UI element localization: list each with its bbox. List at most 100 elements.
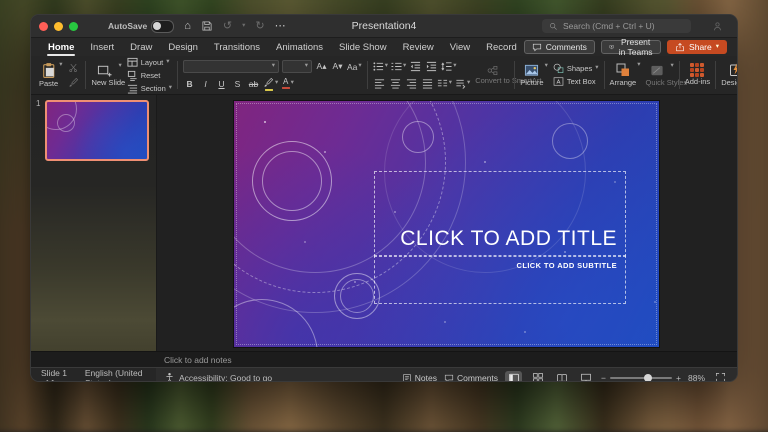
language-label[interactable]: English (United States) (85, 368, 156, 383)
italic-button[interactable]: I (199, 77, 212, 90)
slide-thumbnail[interactable] (45, 100, 149, 161)
reset-button[interactable]: Reset (127, 70, 172, 81)
tab-review[interactable]: Review (396, 38, 441, 56)
slide-sorter-icon (532, 372, 544, 383)
paste-button[interactable]: Paste ▾ (39, 62, 62, 89)
font-color-button[interactable]: A ▾ (281, 77, 294, 90)
zoom-in-button[interactable]: + (676, 373, 681, 383)
align-left-button[interactable] (373, 77, 386, 90)
zoom-out-button[interactable]: − (601, 373, 606, 383)
more-commands-icon[interactable]: ⋯ (275, 21, 286, 32)
bold-button[interactable]: B (183, 77, 196, 90)
text-box-button[interactable]: Text Box (553, 76, 599, 87)
autosave-toggle[interactable] (151, 20, 174, 33)
font-name-combobox[interactable]: ▾ (183, 60, 279, 73)
tab-home[interactable]: Home (41, 38, 81, 56)
account-icon[interactable] (712, 21, 723, 32)
paste-label: Paste (39, 80, 58, 89)
quick-styles-button[interactable]: Quick Styles ▾ (645, 63, 673, 88)
decrease-indent-button[interactable] (409, 60, 422, 73)
normal-view-button[interactable] (505, 371, 522, 383)
new-slide-label: New Slide (91, 79, 117, 88)
maximize-window-button[interactable] (69, 22, 78, 31)
line-spacing-button[interactable]: ▾ (441, 60, 456, 73)
redo-icon[interactable]: ↻ (255, 21, 264, 32)
tab-draw[interactable]: Draw (123, 38, 159, 56)
tab-animations[interactable]: Animations (269, 38, 330, 56)
slide-canvas[interactable]: CLICK TO ADD TITLE CLICK TO ADD SUBTITLE (234, 101, 659, 347)
share-icon (675, 42, 685, 52)
increase-indent-button[interactable] (425, 60, 438, 73)
picture-button[interactable]: Picture ▾ (520, 63, 548, 88)
save-icon[interactable] (201, 20, 213, 32)
undo-chevron-icon[interactable]: ▾ (242, 23, 245, 30)
group-divider (604, 61, 605, 89)
font-size-combobox[interactable]: ▾ (282, 60, 312, 73)
tab-transitions[interactable]: Transitions (207, 38, 267, 56)
notes-placeholder: Click to add notes (164, 355, 232, 365)
fit-slide-button[interactable] (712, 371, 729, 383)
zoom-slider[interactable] (610, 377, 672, 379)
slide-show-button[interactable] (577, 371, 594, 383)
designer-label: Designer (721, 79, 737, 88)
format-painter-button[interactable] (67, 76, 80, 89)
tab-design[interactable]: Design (161, 38, 205, 56)
text-shadow-button[interactable]: S (231, 77, 244, 90)
bold-glyph: B (186, 79, 192, 89)
tab-view[interactable]: View (443, 38, 477, 56)
convert-to-smartart-button[interactable]: Convert to SmartArt (475, 65, 509, 86)
change-case-button[interactable]: Aa▾ (347, 60, 362, 73)
add-ins-button[interactable]: Add-ins (685, 63, 710, 87)
tab-insert[interactable]: Insert (83, 38, 121, 56)
chevron-down-icon: ▾ (305, 63, 308, 70)
accessibility-status[interactable]: Accessibility: Good to go (179, 373, 272, 383)
notes-bar[interactable]: Click to add notes (31, 351, 737, 367)
subtitle-placeholder[interactable]: CLICK TO ADD SUBTITLE (374, 255, 626, 304)
section-button[interactable]: Section ▾ (127, 83, 172, 94)
main-content: 1 CLICK TO ADD TITLE (31, 95, 737, 351)
align-right-button[interactable] (405, 77, 418, 90)
align-center-button[interactable] (389, 77, 402, 90)
highlight-color-button[interactable]: ▾ (263, 77, 278, 90)
autosave-label: AutoSave (108, 21, 147, 31)
comments-button[interactable]: Comments (524, 40, 595, 54)
increase-font-size-button[interactable]: A▴ (315, 60, 328, 73)
reading-view-button[interactable] (553, 371, 570, 383)
cut-button[interactable] (67, 61, 80, 74)
numbering-button[interactable]: ▾ (391, 60, 406, 73)
comments-toggle-button[interactable]: Comments (444, 373, 498, 383)
font-color-glyph: A (283, 78, 288, 86)
notes-toggle-button[interactable]: Notes (402, 373, 437, 383)
shapes-button[interactable]: Shapes ▾ (553, 63, 599, 74)
text-direction-button[interactable]: ▾ (455, 77, 470, 90)
title-placeholder[interactable]: CLICK TO ADD TITLE (374, 171, 626, 257)
new-slide-button[interactable]: New Slide ▾ (91, 63, 121, 88)
share-button[interactable]: Share ▾ (667, 40, 727, 54)
tab-record[interactable]: Record (479, 38, 524, 56)
present-in-teams-button[interactable]: Present in Teams (601, 40, 661, 54)
decrease-indent-icon (410, 61, 421, 72)
chevron-down-icon: ▾ (59, 62, 62, 69)
designer-button[interactable]: Designer (721, 62, 737, 88)
designer-icon (728, 62, 737, 78)
undo-icon[interactable]: ↺ (223, 21, 232, 32)
strikethrough-button[interactable]: ab (247, 77, 260, 90)
slide-thumbnail-panel: 1 (31, 95, 157, 351)
arrange-button[interactable]: Arrange ▾ (610, 62, 641, 88)
underline-button[interactable]: U (215, 77, 228, 90)
bullets-button[interactable]: ▾ (373, 60, 388, 73)
columns-button[interactable]: ▾ (437, 77, 452, 90)
decrease-font-size-button[interactable]: A▾ (331, 60, 344, 73)
slide-sorter-view-button[interactable] (529, 371, 546, 383)
zoom-level[interactable]: 88% (688, 373, 705, 383)
layout-button[interactable]: Layout ▾ (127, 57, 172, 68)
search-input[interactable]: Search (Cmd + Ctrl + U) (542, 19, 691, 33)
slide-decor-ring (262, 151, 322, 211)
close-window-button[interactable] (39, 22, 48, 31)
zoom-slider-knob[interactable] (644, 374, 652, 382)
minimize-window-button[interactable] (54, 22, 63, 31)
justify-button[interactable] (421, 77, 434, 90)
home-icon[interactable]: ⌂ (184, 21, 191, 32)
columns-icon (437, 78, 448, 89)
tab-slide-show[interactable]: Slide Show (332, 38, 394, 56)
